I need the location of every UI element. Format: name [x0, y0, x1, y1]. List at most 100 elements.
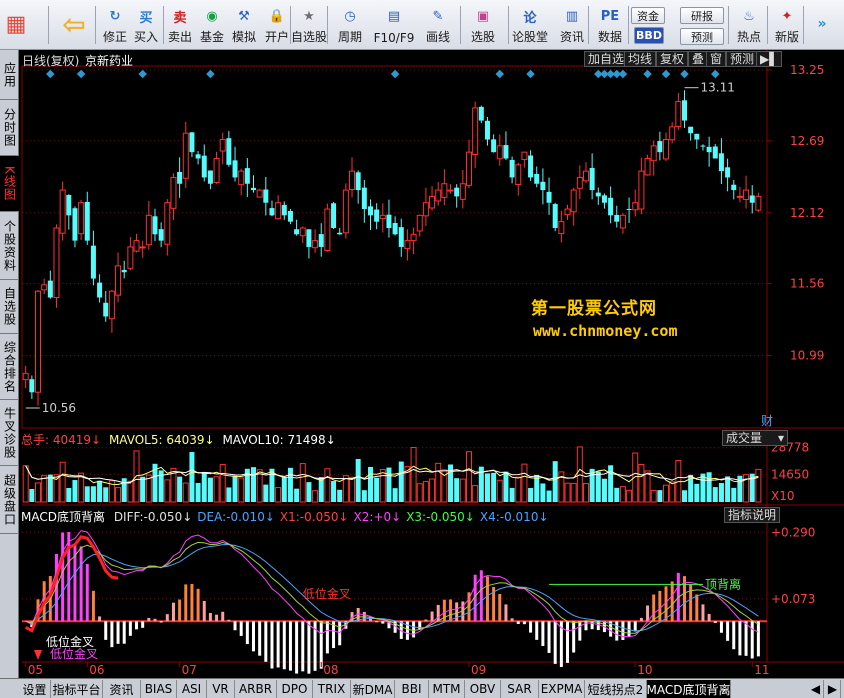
info-mine-icon: [526, 69, 535, 79]
volume-bar: [582, 482, 589, 503]
macd-item-value-2: -0.050↓: [299, 510, 349, 524]
indicator-tab-2[interactable]: 资讯: [103, 680, 141, 698]
sidebar-tab-7[interactable]: 超级盘口: [0, 466, 19, 534]
header-button-1[interactable]: 均线: [624, 51, 657, 67]
info-mine-icon: [661, 69, 671, 79]
volume-bar: [626, 489, 633, 503]
buy-button-label: 买入: [133, 30, 158, 44]
price-label-2: 12.12: [790, 206, 824, 220]
mavol10-value: 71498↓: [287, 433, 336, 447]
watchlist-button[interactable]: ★ 自选股: [291, 3, 327, 47]
period-button[interactable]: ◷ 周期: [331, 3, 369, 47]
indicator-tab-4[interactable]: ASI: [177, 680, 207, 698]
volume-unit-label: X10: [771, 489, 795, 503]
candle-body: [207, 170, 213, 184]
price-label-4: 10.99: [790, 349, 824, 363]
indicator-tab-9[interactable]: 新DMA: [351, 680, 395, 698]
open-account-button[interactable]: 🔒 开户: [263, 3, 291, 47]
bbd-button[interactable]: BBD: [634, 27, 664, 44]
sidebar-tab-3[interactable]: 个股资料: [0, 212, 19, 280]
indicator-tab-16[interactable]: MACD底顶背离: [647, 680, 731, 698]
sidebar-tab-2[interactable]: K线图: [0, 156, 19, 212]
indicator-tab-bar: 设置 指标平台 资讯 BIAS ASI VR ARBR DPO TRIX 新DMA BBI MTM OB…: [0, 678, 844, 698]
toolbar-separator: [327, 6, 328, 44]
draw-button[interactable]: ✎ 画线: [417, 3, 459, 47]
indicator-tab-11[interactable]: MTM: [429, 680, 465, 698]
sidebar-tab-4[interactable]: 自选股: [0, 280, 19, 334]
header-button-5[interactable]: 预测: [726, 51, 759, 67]
indicator-explain-button[interactable]: 指标说明: [724, 507, 781, 523]
indicator-tab-1[interactable]: 指标平台: [51, 680, 103, 698]
indicator-tab-15[interactable]: 短线拐点2: [585, 680, 647, 698]
f10-button[interactable]: ▤ F10/F9: [374, 3, 415, 47]
hot-button[interactable]: ♨ 热点: [732, 3, 766, 47]
volume-bar: [84, 486, 90, 502]
simulate-button[interactable]: ⚒ 模拟: [229, 3, 259, 47]
candle-body: [688, 126, 694, 134]
candle-body: [139, 246, 146, 249]
indicator-tab-14[interactable]: EXPMA: [539, 680, 585, 698]
research-report-button[interactable]: 研报: [680, 7, 724, 24]
header-button-2[interactable]: 复权: [656, 51, 689, 67]
volume-bar: [140, 476, 146, 502]
expand-button[interactable]: »: [805, 3, 839, 47]
low-label: 10.56: [42, 401, 76, 415]
forecast-button[interactable]: 预测: [680, 28, 724, 45]
kline-chart-svg[interactable]: 13.2512.6912.1211.5610.9913.1110.5628778…: [19, 50, 844, 678]
candle-body: [435, 189, 442, 202]
volume-bar: [287, 467, 293, 502]
candle-body: [201, 155, 207, 178]
fix-button[interactable]: ↻ 修正: [100, 3, 130, 47]
candle-body: [312, 240, 319, 249]
period-label[interactable]: 日线(复权): [22, 52, 79, 69]
back-button[interactable]: ⇦: [58, 3, 90, 47]
candle-body: [669, 126, 676, 141]
scroll-right-icon[interactable]: ▶: [825, 680, 841, 698]
menu-button[interactable]: ▦: [3, 3, 29, 47]
indicator-tab-3[interactable]: BIAS: [141, 680, 177, 698]
indicator-tab-13[interactable]: SAR: [501, 680, 539, 698]
volume-bar: [694, 483, 700, 502]
sell-button[interactable]: 卖卖出: [166, 3, 194, 47]
sidebar-tab-5[interactable]: 综合排名: [0, 334, 19, 400]
header-button-0[interactable]: 加自选: [584, 51, 629, 67]
panel-toggle-icon[interactable]: ▶▌: [756, 51, 783, 67]
chart-area[interactable]: 13.25 12.69 12.12 11.56 10.99 13.11 10.56 28778…: [19, 50, 844, 678]
volume-bar: [546, 490, 552, 502]
indicator-tab-6[interactable]: ARBR: [235, 680, 277, 698]
main-toolbar: ▦ ⇦ ↻ 修正买买入卖卖出 ◉ 基金 ⚒ 模拟 🔒 开户 ★ 自选股 ◷ 周期 ▤ F10/F9 ✎ 画线 ▣ 选股…: [0, 0, 844, 50]
fund-flow-button[interactable]: 资金: [631, 7, 665, 24]
volume-bar: [663, 484, 670, 503]
info-mine-icon: [711, 69, 720, 79]
volume-bar: [232, 475, 238, 502]
sidebar-tab-6[interactable]: 牛叉诊股: [0, 400, 19, 466]
low-cross-label-2: 低位金叉: [50, 646, 98, 661]
indicator-tab-7[interactable]: DPO: [277, 680, 313, 698]
indicator-tab-8[interactable]: TRIX: [313, 680, 351, 698]
candle-body: [287, 210, 293, 222]
xaxis-label-1: 06: [89, 663, 104, 677]
forum-button[interactable]: 论论股堂: [512, 3, 548, 47]
finance-marker[interactable]: 财: [761, 412, 773, 429]
volume-bar: [207, 477, 213, 502]
indicator-tab-10[interactable]: BBI: [395, 680, 429, 698]
scroll-left-icon[interactable]: ◀: [808, 680, 824, 698]
sidebar-tab-0[interactable]: 应用: [0, 50, 19, 100]
news-button[interactable]: ▥ 资讯: [553, 3, 591, 47]
candle-body: [459, 183, 466, 200]
pick-stock-button[interactable]: ▣ 选股: [464, 3, 502, 47]
header-button-3[interactable]: 叠: [688, 51, 709, 67]
toolbar-separator: [48, 6, 49, 44]
volume-bar: [570, 482, 577, 503]
data-button[interactable]: PE 数据: [595, 3, 625, 47]
new-version-button[interactable]: ✦ 新版: [770, 3, 804, 47]
header-button-4[interactable]: 窗: [706, 51, 727, 67]
fund-button[interactable]: ◉ 基金: [197, 3, 227, 47]
sidebar-tab-1[interactable]: 分时图: [0, 100, 19, 156]
buy-button[interactable]: 买买入: [131, 3, 161, 47]
indicator-tab-12[interactable]: OBV: [465, 680, 501, 698]
indicator-tab-5[interactable]: VR: [207, 680, 235, 698]
volume-bar: [121, 478, 127, 502]
indicator-tab-0[interactable]: 设置: [19, 680, 51, 698]
volume-selector[interactable]: 成交量 ▾: [722, 430, 788, 446]
